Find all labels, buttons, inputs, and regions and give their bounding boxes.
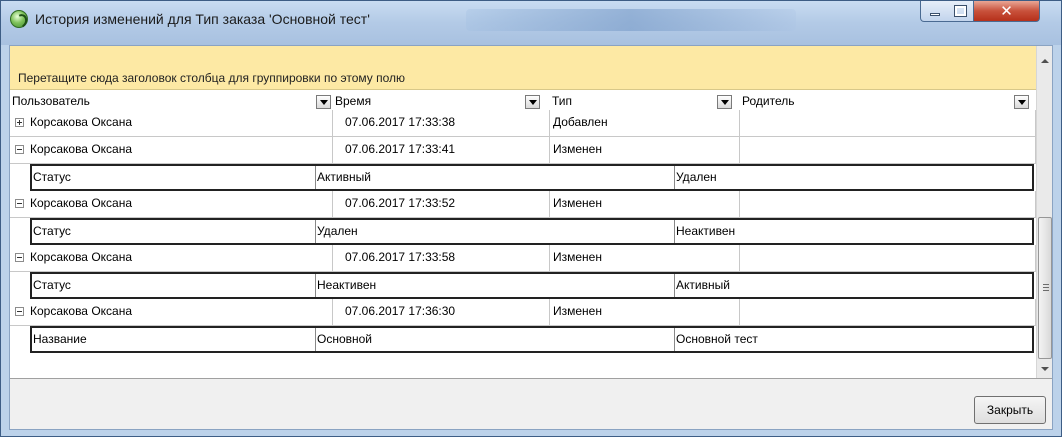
group-by-panel[interactable]: Перетащите сюда заголовок столбца для гр…: [10, 46, 1036, 90]
close-window-button[interactable]: ✕: [974, 1, 1040, 22]
window-title: История изменений для Тип заказа 'Основн…: [35, 11, 370, 27]
maximize-button[interactable]: [947, 1, 974, 22]
detail-field: Название: [33, 332, 87, 346]
type-cell: Добавлен: [550, 110, 740, 137]
parent-cell: [740, 110, 1036, 137]
grip-line: [1043, 287, 1049, 288]
collapse-icon[interactable]: [15, 145, 24, 154]
detail-new-value: Удален: [676, 170, 717, 184]
column-header-type[interactable]: Тип: [550, 92, 740, 110]
table-row[interactable]: Корсакова Оксана 07.06.2017 17:33:38 Доб…: [10, 110, 1036, 137]
user-name: Корсакова Оксана: [30, 142, 133, 156]
filter-dropdown-parent-icon[interactable]: [1014, 95, 1029, 109]
detail-field: Статус: [33, 170, 71, 184]
type-cell: Изменен: [550, 245, 740, 272]
table-row[interactable]: Корсакова Оксана 07.06.2017 17:36:30 Изм…: [10, 299, 1036, 326]
grip-line: [1043, 284, 1049, 285]
title-bar-glass: [466, 9, 796, 31]
history-window: История изменений для Тип заказа 'Основн…: [0, 0, 1062, 437]
detail-old-value: Неактивен: [317, 278, 377, 292]
close-button[interactable]: Закрыть: [974, 396, 1046, 424]
table-row[interactable]: Корсакова Оксана 07.06.2017 17:33:58 Изм…: [10, 245, 1036, 272]
detail-field: Статус: [33, 278, 71, 292]
detail-new-value: Основной тест: [676, 332, 758, 346]
group-by-hint: Перетащите сюда заголовок столбца для гр…: [18, 71, 405, 85]
minimize-icon: [930, 13, 940, 16]
client-area: Перетащите сюда заголовок столбца для гр…: [9, 45, 1053, 430]
type-cell: Изменен: [550, 137, 740, 164]
title-bar[interactable]: История изменений для Тип заказа 'Основн…: [1, 1, 1061, 45]
detail-new-value: Активный: [676, 278, 730, 292]
detail-field: Статус: [33, 224, 71, 238]
app-icon: [10, 10, 28, 28]
parent-cell: [740, 191, 1036, 218]
time-cell: 07.06.2017 17:33:52: [333, 191, 550, 218]
user-name: Корсакова Оксана: [30, 304, 133, 318]
time-cell: 07.06.2017 17:33:38: [333, 110, 550, 137]
time-cell: 07.06.2017 17:36:30: [333, 299, 550, 326]
user-cell: Корсакова Оксана: [10, 191, 333, 218]
parent-cell: [740, 245, 1036, 272]
column-header-time[interactable]: Время: [333, 92, 550, 110]
column-header-label: Тип: [552, 94, 573, 108]
scroll-down-icon[interactable]: [1037, 361, 1052, 377]
user-name: Корсакова Оксана: [30, 115, 133, 129]
column-header-parent[interactable]: Родитель: [740, 92, 1036, 110]
scroll-thumb[interactable]: [1038, 217, 1052, 359]
column-header-label: Родитель: [742, 94, 795, 108]
filter-dropdown-type-icon[interactable]: [717, 95, 732, 109]
parent-cell: [740, 299, 1036, 326]
detail-row: Название Основной Основной тест: [30, 326, 1034, 353]
time-cell: 07.06.2017 17:33:58: [333, 245, 550, 272]
filter-dropdown-time-icon[interactable]: [525, 95, 540, 109]
user-cell: Корсакова Оксана: [10, 245, 333, 272]
user-cell: Корсакова Оксана: [10, 137, 333, 164]
column-header-label: Пользователь: [12, 94, 90, 108]
parent-cell: [740, 137, 1036, 164]
collapse-icon[interactable]: [15, 307, 24, 316]
grid-header: Пользователь Время Тип Родитель: [10, 92, 1036, 110]
detail-old-value: Активный: [317, 170, 371, 184]
detail-old-value: Основной: [317, 332, 373, 346]
detail-new-value: Неактивен: [676, 224, 736, 238]
expand-icon[interactable]: [15, 118, 24, 127]
grip-line: [1043, 290, 1049, 291]
table-row[interactable]: Корсакова Оксана 07.06.2017 17:33:41 Изм…: [10, 137, 1036, 164]
collapse-icon[interactable]: [15, 253, 24, 262]
scroll-up-icon[interactable]: [1037, 54, 1052, 70]
time-cell: 07.06.2017 17:33:41: [333, 137, 550, 164]
minimize-button[interactable]: [920, 1, 948, 22]
table-row[interactable]: Корсакова Оксана 07.06.2017 17:33:52 Изм…: [10, 191, 1036, 218]
type-cell: Изменен: [550, 191, 740, 218]
user-name: Корсакова Оксана: [30, 196, 133, 210]
detail-row: Статус Удален Неактивен: [30, 218, 1034, 245]
type-cell: Изменен: [550, 299, 740, 326]
user-cell: Корсакова Оксана: [10, 110, 333, 137]
filter-dropdown-user-icon[interactable]: [316, 95, 331, 109]
column-header-user[interactable]: Пользователь: [10, 92, 333, 110]
detail-row: Статус Активный Удален: [30, 164, 1034, 191]
history-grid: Перетащите сюда заголовок столбца для гр…: [10, 46, 1052, 379]
close-icon: ✕: [1000, 3, 1013, 20]
vertical-scrollbar[interactable]: [1036, 46, 1052, 378]
collapse-icon[interactable]: [15, 199, 24, 208]
detail-row: Статус Неактивен Активный: [30, 272, 1034, 299]
user-cell: Корсакова Оксана: [10, 299, 333, 326]
detail-old-value: Удален: [317, 224, 358, 238]
maximize-icon: [954, 5, 967, 17]
user-name: Корсакова Оксана: [30, 250, 133, 264]
column-header-label: Время: [335, 94, 372, 108]
